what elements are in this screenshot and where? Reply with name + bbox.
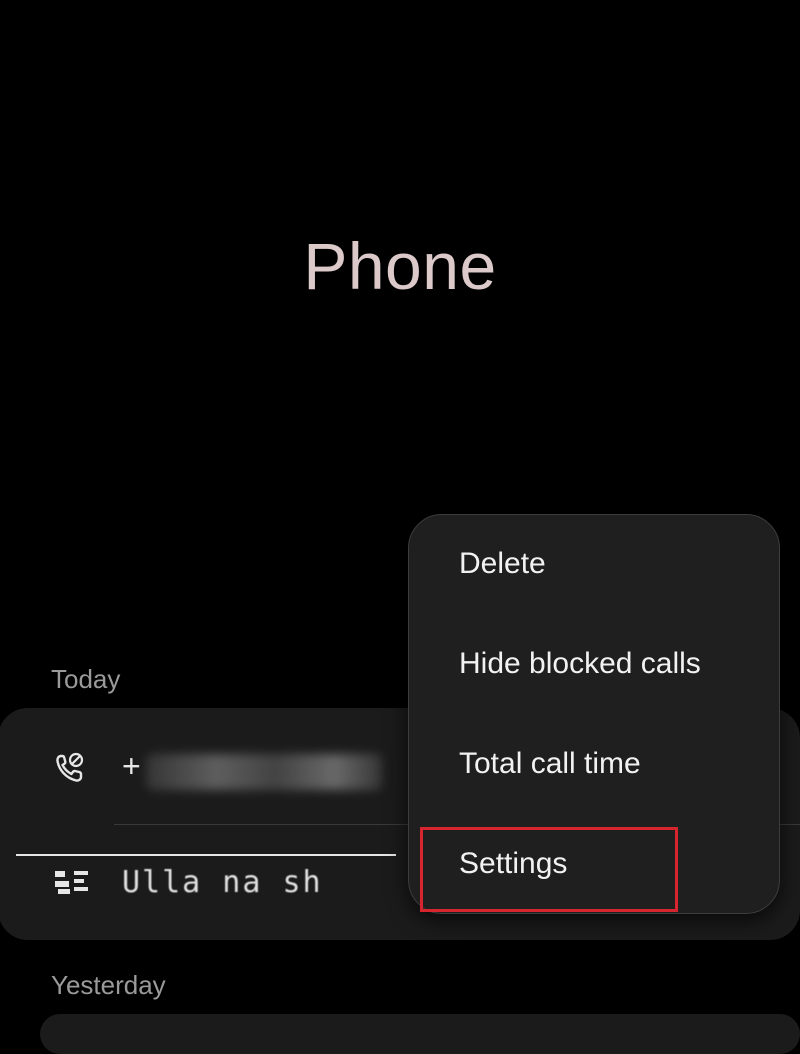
menu-item-label: Hide blocked calls [459,647,701,680]
contact-card-icon [52,865,88,901]
page-title: Phone [303,229,497,303]
menu-item-delete[interactable]: Delete [409,515,779,615]
settings-highlight-box [420,827,678,912]
menu-item-total-call-time[interactable]: Total call time [409,715,779,815]
menu-item-hide-blocked-calls[interactable]: Hide blocked calls [409,615,779,715]
call-log-card-yesterday [40,1014,800,1054]
section-header-yesterday: Yesterday [51,970,166,1000]
section-header-today: Today [51,664,121,694]
menu-item-label: Delete [459,547,546,580]
contact-name: Ulla na sh [122,865,323,900]
blocked-call-icon [52,750,88,786]
menu-item-label: Total call time [459,747,641,780]
call-number-prefix: + [122,748,141,784]
redacted-phone-number [146,754,382,790]
